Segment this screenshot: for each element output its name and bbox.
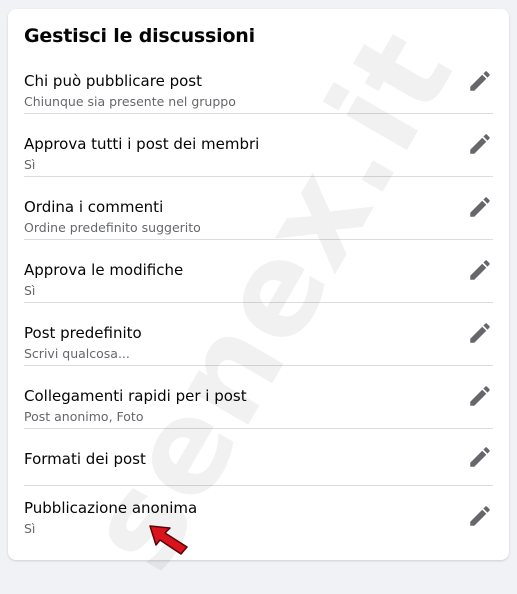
edit-button-sort-comments[interactable] (466, 193, 494, 221)
card-title: Gestisci le discussioni (24, 25, 255, 47)
setting-label: Approva le modifiche (24, 261, 184, 279)
divider (24, 365, 493, 366)
edit-button-anonymous-posting[interactable] (466, 502, 494, 530)
setting-label: Collegamenti rapidi per i post (24, 387, 247, 405)
setting-value: Sì (24, 521, 36, 536)
divider (24, 113, 493, 114)
setting-row-anonymous-posting: Pubblicazione anonima Sì (8, 499, 509, 539)
setting-label: Ordina i commenti (24, 198, 164, 216)
pencil-icon (470, 134, 490, 154)
pencil-icon (470, 197, 490, 217)
setting-value: Ordine predefinito suggerito (24, 220, 201, 235)
red-arrow-icon (149, 525, 188, 555)
divider (24, 485, 493, 486)
setting-value: Post anonimo, Foto (24, 409, 144, 424)
pencil-icon (470, 506, 490, 526)
setting-value: Sì (24, 157, 36, 172)
pencil-icon (470, 386, 490, 406)
manage-discussions-card: Gestisci le discussioni Chi può pubblica… (8, 9, 509, 560)
pencil-icon (470, 71, 490, 91)
setting-value: Sì (24, 283, 36, 298)
edit-button-approve-member-posts[interactable] (466, 130, 494, 158)
edit-button-quick-links[interactable] (466, 382, 494, 410)
setting-label: Post predefinito (24, 324, 142, 342)
setting-row-post-formats: Formati dei post (8, 450, 509, 472)
edit-button-who-can-post[interactable] (466, 67, 494, 95)
edit-button-default-post[interactable] (466, 319, 494, 347)
divider (24, 428, 493, 429)
edit-button-post-formats[interactable] (466, 443, 494, 471)
setting-value: Scrivi qualcosa... (24, 346, 130, 361)
setting-row-approve-edits: Approva le modifiche Sì (8, 261, 509, 301)
setting-row-quick-links: Collegamenti rapidi per i post Post anon… (8, 387, 509, 427)
pencil-icon (470, 323, 490, 343)
setting-row-approve-member-posts: Approva tutti i post dei membri Sì (8, 135, 509, 175)
setting-label: Chi può pubblicare post (24, 72, 202, 90)
setting-row-who-can-post: Chi può pubblicare post Chiunque sia pre… (8, 72, 509, 112)
pencil-icon (470, 260, 490, 280)
setting-label: Pubblicazione anonima (24, 499, 198, 517)
pencil-icon (470, 447, 490, 467)
setting-label: Approva tutti i post dei membri (24, 135, 260, 153)
setting-row-sort-comments: Ordina i commenti Ordine predefinito sug… (8, 198, 509, 238)
setting-row-default-post: Post predefinito Scrivi qualcosa... (8, 324, 509, 364)
setting-label: Formati dei post (24, 450, 146, 468)
edit-button-approve-edits[interactable] (466, 256, 494, 284)
setting-value: Chiunque sia presente nel gruppo (24, 94, 236, 109)
divider (24, 239, 493, 240)
divider (24, 176, 493, 177)
divider (24, 302, 493, 303)
